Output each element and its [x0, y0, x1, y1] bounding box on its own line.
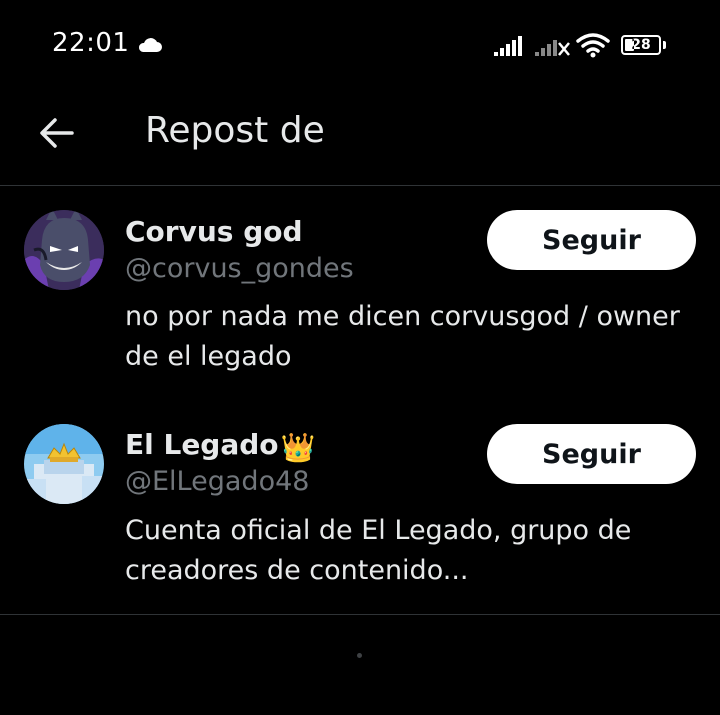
display-name[interactable]: El Legado👑: [125, 428, 315, 464]
signal-no-service-icon: [535, 40, 570, 56]
avatar-image: [24, 210, 104, 290]
loading-indicator: [357, 653, 362, 658]
wifi-icon: [576, 33, 610, 58]
display-name[interactable]: Corvus god: [125, 215, 303, 248]
page-title: Repost de: [145, 110, 325, 151]
user-row[interactable]: El Legado👑 @ElLegado48 Cuenta oficial de…: [0, 400, 720, 615]
user-bio: no por nada me dicen corvusgod / owner d…: [125, 301, 680, 372]
display-name-text: Corvus god: [125, 215, 303, 248]
cloud-icon: [138, 38, 162, 52]
status-time: 22:01: [52, 28, 130, 58]
user-row[interactable]: Corvus god @corvus_gondes no por nada me…: [0, 185, 720, 400]
display-name-text: El Legado: [125, 428, 279, 461]
avatar[interactable]: [24, 424, 104, 504]
follow-button[interactable]: Seguir: [487, 424, 696, 484]
crown-icon: 👑: [280, 431, 316, 464]
battery-tip: [663, 41, 666, 49]
avatar[interactable]: [24, 210, 104, 290]
list-divider: [0, 614, 720, 615]
user-bio: Cuenta oficial de El Legado, grupo de cr…: [125, 515, 632, 586]
battery-icon: 28: [621, 35, 661, 55]
user-handle: @ElLegado48: [125, 466, 310, 497]
status-bar: 22:01 28: [0, 0, 720, 92]
signal-icon: [494, 36, 522, 56]
user-handle: @corvus_gondes: [125, 253, 354, 284]
battery-percent: 28: [631, 37, 651, 53]
app-header: Repost de: [0, 92, 720, 185]
arrow-left-icon[interactable]: [36, 112, 78, 154]
avatar-image: [24, 424, 104, 504]
follow-button[interactable]: Seguir: [487, 210, 696, 270]
